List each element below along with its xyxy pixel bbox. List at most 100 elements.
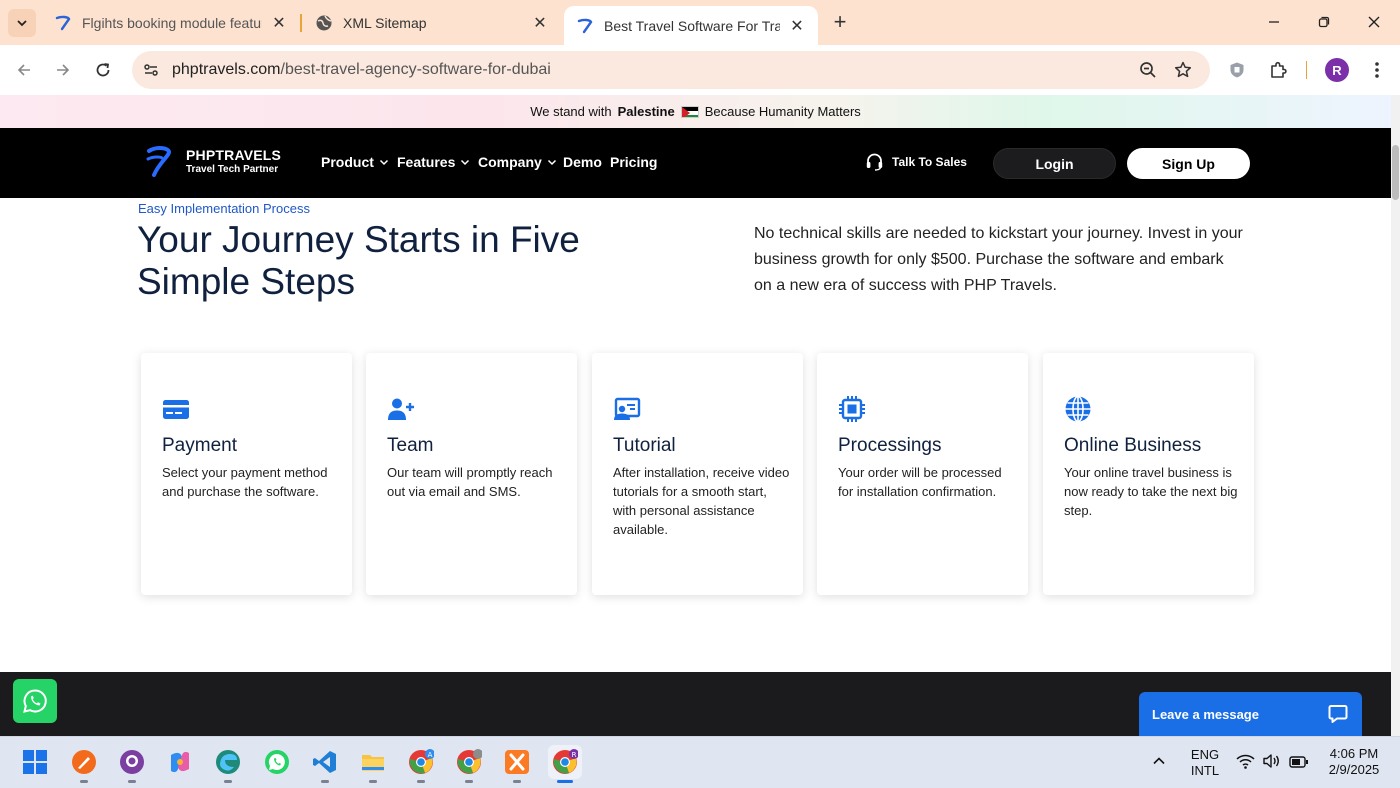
svg-text:R: R bbox=[572, 751, 577, 759]
section-eyebrow: Easy Implementation Process bbox=[138, 201, 310, 216]
github-desktop-icon bbox=[120, 750, 144, 774]
signup-button[interactable]: Sign Up bbox=[1127, 148, 1250, 179]
running-indicator bbox=[369, 780, 377, 783]
talk-to-sales-label: Talk To Sales bbox=[892, 154, 967, 169]
tab-title: Flgihts booking module feature bbox=[82, 14, 262, 31]
back-button[interactable] bbox=[10, 56, 38, 84]
site-settings-icon[interactable] bbox=[140, 59, 162, 81]
step-title: Tutorial bbox=[613, 435, 676, 456]
step-text: Select your payment method and purchase … bbox=[162, 465, 328, 499]
browser-menu-icon[interactable] bbox=[1365, 58, 1389, 82]
close-tab-icon[interactable]: ✕ bbox=[270, 14, 288, 32]
nav-label: Company bbox=[478, 154, 542, 170]
whatsapp-button[interactable] bbox=[13, 679, 57, 723]
nav-label: Features bbox=[397, 154, 456, 170]
taskbar-app-whatsapp[interactable] bbox=[260, 745, 294, 779]
wifi-icon[interactable] bbox=[1236, 753, 1255, 774]
chat-label: Leave a message bbox=[1152, 706, 1259, 722]
taskbar-app-edge[interactable] bbox=[211, 745, 245, 783]
minimize-button[interactable] bbox=[1254, 8, 1294, 36]
svg-text:A: A bbox=[428, 751, 433, 759]
taskbar-app-chrome-active[interactable]: R bbox=[548, 745, 582, 783]
page-viewport: We stand with Palestine Because Humanity… bbox=[0, 95, 1391, 736]
folder-icon bbox=[362, 755, 384, 771]
close-tab-icon[interactable]: ✕ bbox=[788, 17, 806, 35]
forward-button[interactable] bbox=[49, 56, 77, 84]
site-header: PHPTRAVELS Travel Tech Partner Product F… bbox=[0, 128, 1391, 198]
zoom-icon[interactable] bbox=[1137, 59, 1159, 81]
chevron-down-icon bbox=[461, 159, 470, 166]
taskbar-app-github[interactable] bbox=[115, 745, 149, 783]
system-clock[interactable]: 4:06 PM 2/9/2025 bbox=[1318, 746, 1390, 778]
nav-demo[interactable]: Demo bbox=[563, 154, 602, 170]
nav-features[interactable]: Features bbox=[397, 154, 470, 170]
arrow-right-icon bbox=[57, 64, 70, 76]
profile-avatar[interactable]: R bbox=[1325, 58, 1349, 82]
edge-browser-icon bbox=[216, 750, 240, 774]
nav-label: Product bbox=[321, 154, 374, 170]
url-path: /best-travel-agency-software-for-dubai bbox=[280, 61, 551, 78]
page-scrollbar[interactable] bbox=[1391, 95, 1400, 736]
battery-icon[interactable] bbox=[1289, 755, 1309, 773]
taskbar-app-copilot[interactable] bbox=[163, 745, 197, 779]
extensions-puzzle-icon[interactable] bbox=[1267, 58, 1291, 82]
whatsapp-app-icon bbox=[265, 750, 289, 774]
nav-product[interactable]: Product bbox=[321, 154, 389, 170]
restore-button[interactable] bbox=[1304, 8, 1344, 36]
tab-title: Best Travel Software For Travel A bbox=[604, 17, 780, 34]
language-code: ENG bbox=[1190, 747, 1220, 762]
browser-tab-active[interactable]: Best Travel Software For Travel A ✕ bbox=[564, 6, 818, 45]
taskbar-app-chrome-b[interactable] bbox=[452, 745, 486, 783]
close-tab-icon[interactable]: ✕ bbox=[531, 14, 549, 32]
step-text: Your online travel business is now ready… bbox=[1064, 465, 1238, 518]
show-hidden-icons-button[interactable] bbox=[1152, 754, 1166, 773]
screen-tutorial-icon bbox=[613, 395, 641, 423]
bookmark-star-icon[interactable] bbox=[1172, 59, 1194, 81]
browser-tab-strip: Flgihts booking module feature ✕ XML Sit… bbox=[0, 0, 1400, 45]
browser-tab-flights[interactable]: Flgihts booking module feature ✕ bbox=[42, 6, 300, 39]
url-text: phptravels.com/best-travel-agency-softwa… bbox=[172, 61, 551, 79]
shield-extension-icon[interactable] bbox=[1225, 58, 1249, 82]
clock-date: 2/9/2025 bbox=[1328, 762, 1380, 777]
step-title: Processings bbox=[838, 435, 942, 456]
login-button[interactable]: Login bbox=[993, 148, 1116, 179]
running-indicator bbox=[128, 780, 136, 783]
reload-button[interactable] bbox=[89, 56, 117, 84]
browser-tab-sitemap[interactable]: XML Sitemap ✕ bbox=[303, 6, 561, 39]
taskbar-app-xampp[interactable] bbox=[500, 745, 534, 783]
new-tab-button[interactable]: + bbox=[828, 9, 852, 35]
globe-icon bbox=[1064, 395, 1092, 423]
scrollbar-thumb[interactable] bbox=[1392, 145, 1399, 200]
leave-message-button[interactable]: Leave a message bbox=[1139, 692, 1362, 736]
phptravels-logo-icon[interactable] bbox=[145, 145, 173, 179]
section-description: No technical skills are needed to kickst… bbox=[754, 225, 1243, 294]
tab-search-button[interactable] bbox=[8, 9, 36, 37]
toolbar-divider bbox=[1306, 61, 1307, 79]
address-bar[interactable]: phptravels.com/best-travel-agency-softwa… bbox=[132, 51, 1210, 89]
logo-name[interactable]: PHPTRAVELS bbox=[186, 147, 281, 163]
taskbar-app-paint[interactable] bbox=[67, 745, 101, 783]
nav-company[interactable]: Company bbox=[478, 154, 557, 170]
headset-icon bbox=[866, 153, 883, 171]
running-indicator bbox=[224, 780, 232, 783]
chevron-down-icon bbox=[379, 159, 388, 166]
taskbar-app-chrome-a[interactable]: A bbox=[404, 745, 438, 783]
chrome-icon bbox=[457, 749, 482, 774]
windows-start-icon bbox=[23, 750, 47, 774]
user-plus-icon bbox=[387, 395, 415, 423]
nav-pricing[interactable]: Pricing bbox=[610, 154, 657, 170]
running-indicator bbox=[80, 780, 88, 783]
globe-favicon-icon bbox=[315, 14, 333, 32]
start-button[interactable] bbox=[18, 745, 52, 779]
running-indicator bbox=[465, 780, 473, 783]
taskbar-app-vscode[interactable] bbox=[308, 745, 342, 783]
step-card-team: Team Our team will promptly reach out vi… bbox=[366, 353, 577, 595]
arrow-left-icon bbox=[17, 64, 30, 76]
chrome-icon: R bbox=[553, 749, 578, 774]
url-host: phptravels.com bbox=[172, 61, 281, 78]
input-language-indicator[interactable]: ENG INTL bbox=[1186, 747, 1224, 779]
talk-to-sales-link[interactable]: Talk To Sales bbox=[865, 152, 967, 171]
taskbar-app-file-explorer[interactable] bbox=[356, 745, 390, 783]
close-window-button[interactable] bbox=[1354, 8, 1394, 36]
volume-icon[interactable] bbox=[1262, 753, 1281, 774]
